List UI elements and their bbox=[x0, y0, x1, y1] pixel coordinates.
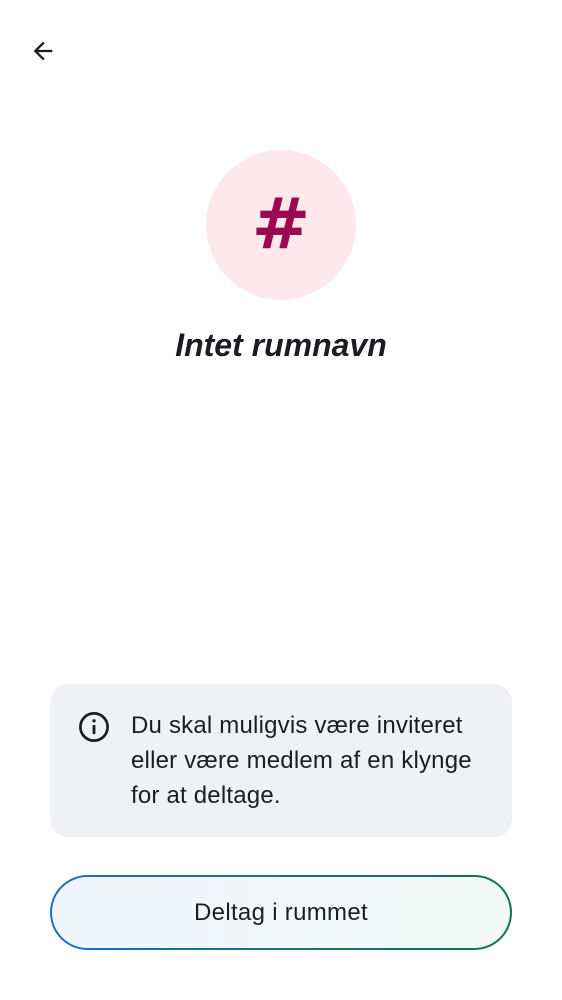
info-notice: Du skal muligvis være inviteret eller væ… bbox=[50, 684, 512, 837]
join-room-button[interactable]: Deltag i rummet bbox=[50, 875, 512, 950]
info-notice-text: Du skal muligvis være inviteret eller væ… bbox=[131, 712, 472, 809]
join-room-button-label: Deltag i rummet bbox=[194, 898, 368, 926]
room-avatar: # bbox=[206, 150, 356, 300]
join-room-screen: # Intet rumnavn Du skal muligvis være in… bbox=[0, 0, 562, 1000]
info-icon bbox=[79, 712, 109, 742]
room-title: Intet rumnavn bbox=[175, 327, 387, 363]
back-button[interactable] bbox=[22, 30, 64, 72]
hash-icon: # bbox=[251, 183, 311, 265]
arrow-left-icon bbox=[33, 41, 53, 61]
